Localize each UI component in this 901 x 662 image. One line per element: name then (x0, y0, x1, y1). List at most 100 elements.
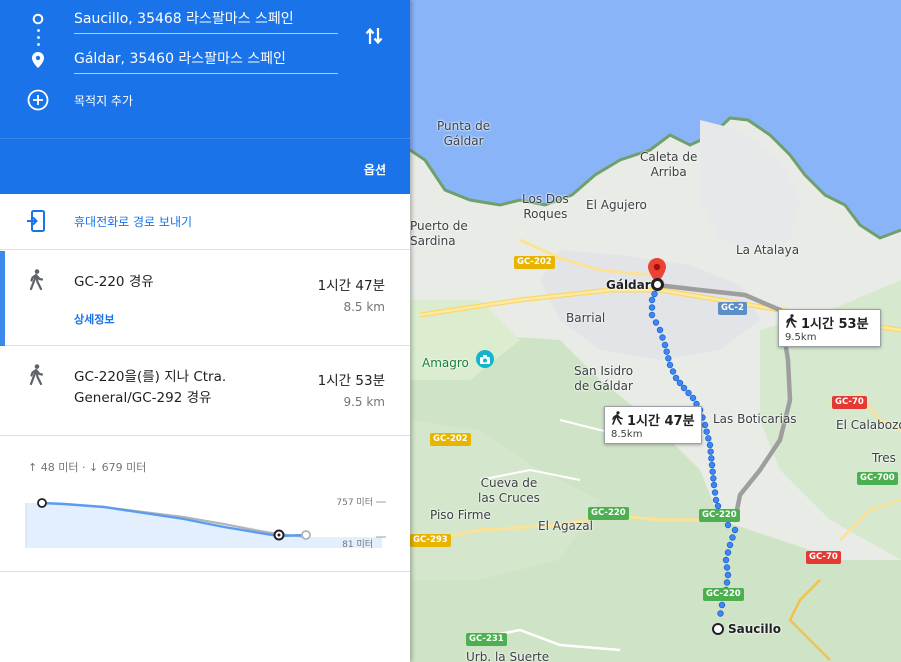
route-callout-primary[interactable]: 1시간 47분 8.5km (604, 406, 702, 444)
route-dot (648, 311, 656, 319)
route-dot (726, 541, 734, 549)
origin-underline (74, 33, 338, 34)
callout-time: 1시간 53분 (801, 317, 869, 332)
route-via: GC-220 경유 (74, 274, 154, 290)
add-circle-icon (26, 88, 50, 112)
road-badge-gc220: GC-220 (588, 507, 629, 520)
callout-distance: 9.5km (785, 332, 817, 343)
send-to-phone-label: 휴대전화로 경로 보내기 (74, 215, 193, 229)
route-dot (711, 489, 719, 496)
route-via-line: GC-220을(를) 지나 Ctra. (74, 369, 227, 385)
route-dot (666, 361, 674, 369)
road-badge-gc70: GC-70 (832, 396, 867, 409)
route-dot (663, 348, 670, 355)
header-divider (0, 138, 410, 139)
circle-outline-icon (26, 7, 50, 31)
route-dot (659, 334, 666, 341)
location-pin-icon (26, 48, 50, 72)
route-dot (718, 601, 726, 609)
place-punta-de-galdar: Punta de Gáldar (437, 119, 491, 148)
send-to-phone-button[interactable]: 휴대전화로 경로 보내기 (0, 194, 410, 250)
origin-field[interactable]: Saucillo, 35468 라스팔마스 스페인 (0, 0, 410, 40)
route-via: GC-220을(를) 지나 Ctra. General/GC-292 경유 (74, 367, 226, 409)
route-dot (708, 461, 716, 469)
origin-text[interactable]: Saucillo, 35468 라스팔마스 스페인 (74, 8, 294, 28)
place-puerto-de-sardina: Puerto de Sardina (410, 219, 468, 248)
route-dot (661, 341, 669, 349)
elevation-profile-chart[interactable]: 757 미터 81 미터 (24, 490, 390, 552)
waypoint-connector (37, 36, 40, 39)
directions-panel: Saucillo, 35468 라스팔마스 스페인 Gáldar, 35460 … (0, 0, 410, 662)
route-dot (648, 304, 656, 311)
road-badge-gc231: GC-231 (466, 633, 507, 646)
route-dot (714, 502, 722, 510)
place-el-agujero: El Agujero (586, 198, 647, 212)
options-button[interactable]: 옵션 (364, 161, 386, 178)
destination-point-icon[interactable] (651, 278, 664, 291)
place-las-boticarias: Las Boticarias (713, 412, 797, 426)
road-badge-gc700: GC-700 (857, 472, 898, 485)
place-amagro: Amagro (422, 356, 469, 370)
route-dot (723, 579, 731, 586)
camera-poi-icon[interactable] (476, 350, 494, 368)
road-badge-gc220: GC-220 (699, 509, 740, 522)
details-link[interactable]: 상세정보 (74, 311, 114, 327)
route-dot (724, 521, 732, 529)
route-dot (705, 435, 712, 442)
route-dot (685, 389, 692, 397)
place-la-atalaya: La Atalaya (736, 243, 800, 257)
place-san-isidro: San Isidro de Gáldar (574, 364, 634, 393)
waypoint-connector (37, 29, 40, 32)
place-piso-firme: Piso Firme (430, 508, 491, 522)
section-divider (0, 571, 410, 572)
route-distance: 9.5 km (343, 395, 385, 409)
road-badge-gc202: GC-202 (514, 256, 555, 269)
add-destination-label: 목적지 추가 (74, 94, 134, 108)
route-via-line: General/GC-292 경유 (74, 390, 212, 406)
route-dot (648, 296, 656, 304)
walking-person-icon (611, 410, 623, 429)
destination-field[interactable]: Gáldar, 35460 라스팔마스 스페인 (0, 40, 410, 80)
destination-text[interactable]: Gáldar, 35460 라스팔마스 스페인 (74, 48, 286, 68)
route-dot (710, 475, 717, 482)
road-badge-gc202: GC-202 (430, 433, 471, 446)
route-dot (722, 556, 730, 564)
swap-waypoints-button[interactable] (360, 24, 388, 52)
origin-point-icon[interactable] (712, 623, 724, 635)
route-dot (723, 564, 731, 571)
route-dot (710, 481, 718, 489)
place-caleta-de-arriba: Caleta de Arriba (640, 150, 698, 179)
place-los-dos-roques: Los Dos Roques (522, 192, 569, 221)
route-dot (703, 428, 710, 435)
elevation-min-label: 81 미터 (342, 539, 373, 550)
elevation-max-label: 757 미터 (336, 497, 373, 508)
route-dot (724, 571, 732, 579)
route-dot (724, 549, 732, 556)
route-dot (651, 290, 658, 298)
route-dot (669, 368, 677, 375)
route-dot (656, 326, 664, 334)
route-dot (717, 610, 724, 617)
place-tres: Tres (872, 451, 896, 465)
walking-person-icon (28, 364, 44, 390)
descent-arrow-icon: ↓ (88, 461, 99, 474)
route-dot (672, 374, 680, 382)
place-barrial: Barrial (566, 311, 606, 325)
route-dot (709, 468, 716, 475)
route-dot (706, 441, 714, 449)
route-duration: 1시간 47분 (317, 278, 385, 294)
place-urb-la-suerte: Urb. la Suerte (466, 650, 550, 662)
route-duration: 1시간 53분 (317, 373, 385, 389)
route-dot (712, 496, 720, 504)
add-destination-button[interactable]: 목적지 추가 (0, 86, 410, 114)
route-option-2[interactable]: GC-220을(를) 지나 Ctra. General/GC-292 경유 1시… (0, 346, 410, 436)
route-dot (665, 355, 672, 362)
walking-person-icon (28, 269, 44, 295)
ascent-arrow-icon: ↑ (28, 461, 38, 474)
elevation-descent: 679 미터 (101, 461, 147, 474)
route-callout-alternate[interactable]: 1시간 53분 9.5km (778, 309, 881, 347)
walking-person-icon (785, 313, 797, 332)
swap-vertical-icon (365, 26, 383, 50)
place-galdar: Gáldar (606, 278, 651, 292)
route-option-1[interactable]: GC-220 경유 1시간 47분 8.5 km 상세정보 (0, 251, 410, 346)
